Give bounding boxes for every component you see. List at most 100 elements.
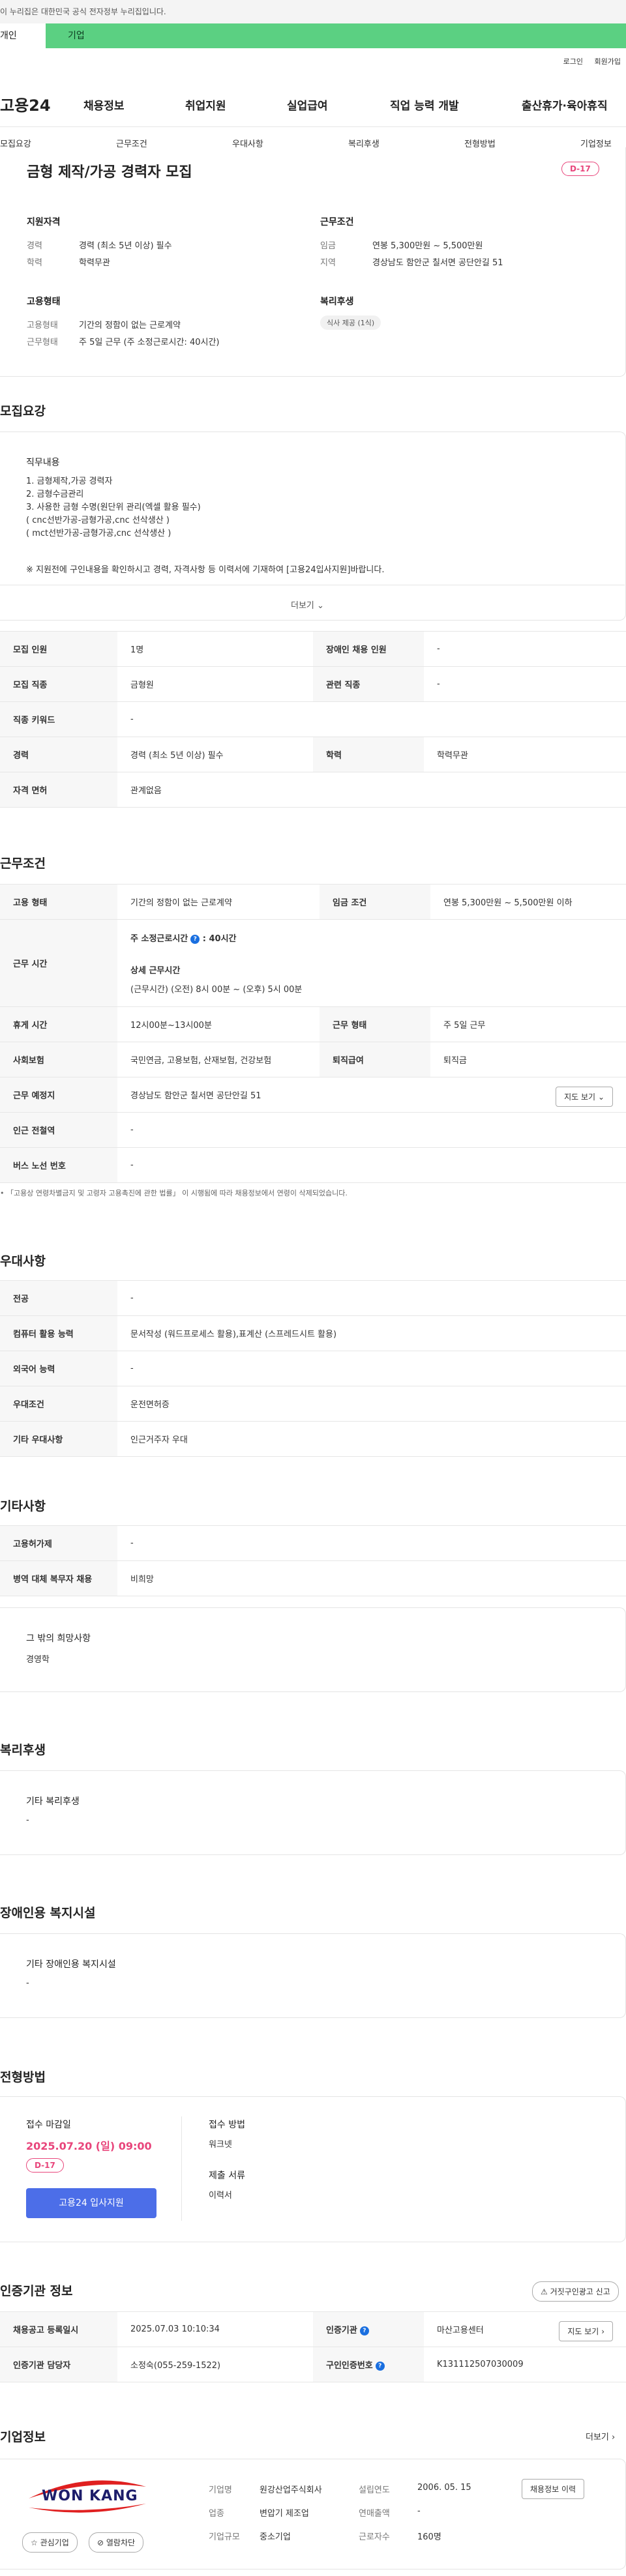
company-card: WON KANG ☆ 관심기업 ⊘ 열람차단 기업명 원강산업주식회사 설립연도… (0, 2459, 626, 2569)
company-label2-1: 연매출액 (359, 2509, 390, 2519)
section-pref-title: 우대사항 (0, 1254, 46, 1268)
info-icon[interactable]: ? (190, 934, 200, 944)
cell-label: 관련 직종 (313, 666, 424, 702)
map-button[interactable]: 지도 보기 ⌄ (556, 1087, 613, 1107)
emp-title: 고용형태 (27, 297, 61, 307)
duty-content: 1. 금형제작,가공 경력자 2. 금형수금관리 3. 사용한 금형 수명(원단… (26, 475, 201, 540)
nav-vocational-training[interactable]: 직업 능력 개발 (390, 96, 459, 113)
cell-value: 관계없음 (117, 772, 626, 808)
etc-table: 고용허가제 - 병역 대체 복무자 채용 비희망 (0, 1525, 626, 1596)
cell-label: 컴퓨터 활용 능력 (0, 1315, 117, 1351)
history-button[interactable]: 채용정보 이력 (522, 2479, 585, 2499)
cell-label: 근무 시간 (0, 919, 117, 1007)
cert-no-label: 구인인증번호 (326, 2361, 373, 2371)
fav-button[interactable]: ☆ 관심기업 (22, 2532, 78, 2553)
site-logo[interactable]: 고용24 (0, 93, 51, 115)
cell-label: 학력 (313, 737, 424, 772)
cert-map-button[interactable]: 지도 보기 › (559, 2321, 613, 2341)
join-link[interactable]: 회원가입 (595, 57, 621, 66)
company-label-1: 업종 (209, 2509, 224, 2519)
util-links: 로그인 회원가입 (554, 56, 621, 66)
welfare-chip: 식사 제공 (1식) (320, 315, 381, 330)
cell-value: 비희망 (117, 1560, 626, 1596)
block-icon: ⊘ (97, 2538, 104, 2547)
cell-label: 휴게 시간 (0, 1006, 117, 1042)
nav-jobs[interactable]: 채용정보 (83, 96, 125, 113)
cell-value: - (117, 1280, 626, 1316)
emp-label-0: 고용형태 (27, 321, 58, 330)
tab-personal[interactable]: 개인 (0, 23, 46, 48)
company-value2-2: 160명 (417, 2532, 441, 2542)
cell-label: 자격 면허 (0, 772, 117, 808)
company-more-link[interactable]: 더보기 › (586, 2430, 615, 2442)
docs-value: 이력서 (209, 2191, 232, 2201)
company-label2-2: 근로자수 (359, 2532, 390, 2542)
duty-line-0: 1. 금형제작,가공 경력자 (26, 476, 113, 486)
other-wish-value: 경영학 (26, 1655, 50, 1665)
company-logo-text: WON KANG (42, 2488, 138, 2504)
info-icon[interactable]: ? (359, 2326, 369, 2335)
cond-title: 근무조건 (320, 217, 354, 227)
cond-value-0: 연봉 5,300만원 ~ 5,500만원 (372, 241, 483, 251)
cell-label: 우대조건 (0, 1386, 117, 1422)
cell-value: 소정숙(055-259-1522) (117, 2347, 313, 2382)
work-place-cell: 경상남도 함안군 칠서면 공단안길 51 지도 보기 ⌄ (117, 1077, 626, 1113)
qual-title: 지원자격 (27, 217, 61, 227)
apply-button[interactable]: 고용24 입사지원 (26, 2188, 156, 2218)
duty-more-bar: 더보기 ⌄ (0, 585, 625, 620)
cell-value: 12시00분~13시00분 (117, 1006, 320, 1042)
work-place-value: 경상남도 함안군 칠서면 공단안길 51 (130, 1091, 261, 1101)
cell-label: 고용허가제 (0, 1525, 117, 1561)
cell-label: 인증기관 담당자 (0, 2347, 117, 2382)
nav-unemployment-benefit[interactable]: 실업급여 (287, 96, 328, 113)
star-icon: ☆ (31, 2538, 38, 2547)
block-button[interactable]: ⊘ 열람차단 (89, 2532, 144, 2553)
cell-label: 고용 형태 (0, 884, 117, 920)
cell-value: 1명 (117, 631, 313, 667)
table-row: 경력 경력 (최소 5년 이상) 필수 학력 학력무관 (0, 737, 626, 772)
cell-label: 퇴직급여 (320, 1042, 430, 1077)
cell-label: 모집 직종 (0, 666, 117, 702)
work-time-std: 주 소정근로시간? : 40시간 (130, 931, 626, 944)
chevron-right-icon: › (601, 2327, 604, 2336)
table-row: 사회보험 국민연금, 고용보험, 산재보험, 건강보험 퇴직급여 퇴직금 (0, 1042, 626, 1077)
disab-card: 기타 장애인용 복지시설 - (0, 1933, 626, 2018)
table-row: 근무 예정지 경상남도 함안군 칠서면 공단안길 51 지도 보기 ⌄ (0, 1077, 626, 1113)
table-row: 모집 직종 금형원 관련 직종 - (0, 666, 626, 702)
cert-table: 채용공고 등록일시 2025.07.03 10:10:34 인증기관? 마산고용… (0, 2311, 626, 2382)
cell-value: 연봉 5,300만원 ~ 5,500만원 이하 (430, 884, 626, 920)
other-wish-card: 그 밖의 희망사항 경영학 (0, 1607, 626, 1692)
cell-label: 기타 우대사항 (0, 1421, 117, 1457)
deadline-value: 2025.07.20 (일) 09:00 (26, 2140, 152, 2152)
cell-value: 인근거주자 우대 (117, 1421, 626, 1457)
tab-company[interactable]: 기업 (68, 23, 85, 48)
report-button[interactable]: ⚠ 거짓구인광고 신고 (532, 2281, 619, 2302)
company-label-2: 기업규모 (209, 2532, 240, 2542)
method-value: 워크넷 (209, 2140, 232, 2150)
pref-table: 전공 - 컴퓨터 활용 능력 문서작성 (워드프로세스 활용),표계산 (스프레드시… (0, 1280, 626, 1457)
duty-notice: ※ 지원전에 구인내용을 확인하시고 경력, 자격사항 등 이력서에 기재하여 … (26, 565, 385, 575)
duty-line-4: ( mct선반가공-금형가공,cnc 선삭생산 ) (26, 529, 171, 538)
section-etc-title: 기타사항 (0, 1499, 46, 1514)
nav-maternity-leave[interactable]: 출산휴가·육아휴직 (522, 96, 608, 113)
age-footnote: • 「고용상 연령차별금지 및 고령자 고용촉진에 관한 법률」 이 시행됨에 … (0, 1189, 348, 1197)
login-link[interactable]: 로그인 (563, 57, 583, 66)
gov-banner-text: 이 누리집은 대한민국 공식 전자정부 누리집입니다. (0, 7, 166, 16)
more-button[interactable]: 더보기 ⌄ (291, 598, 324, 611)
disab-card-title: 기타 장애인용 복지시설 (26, 1959, 116, 1970)
cell-value: 2025.07.03 10:10:34 (117, 2311, 313, 2347)
info-icon[interactable]: ? (375, 2361, 385, 2371)
duty-line-3: ( cnc선반가공-금형가공,cnc 선삭생산 ) (26, 516, 170, 525)
process-dday-badge: D-17 (26, 2158, 64, 2173)
cell-value: - (117, 701, 626, 737)
nav-employment-support[interactable]: 취업지원 (185, 96, 226, 113)
cert-org-label: 인증기관 (326, 2326, 357, 2335)
duty-line-1: 2. 금형수금관리 (26, 490, 84, 499)
table-row: 직종 키워드 - (0, 701, 626, 737)
work-time-std-label: 주 소정근로시간 (130, 934, 188, 944)
section-company-title: 기업정보 (0, 2430, 46, 2444)
other-wish-title: 그 밖의 희망사항 (26, 1633, 91, 1644)
chevron-down-icon: ⌄ (317, 601, 324, 611)
cond-label-0: 임금 (320, 241, 336, 251)
chevron-right-icon: › (612, 2433, 616, 2442)
